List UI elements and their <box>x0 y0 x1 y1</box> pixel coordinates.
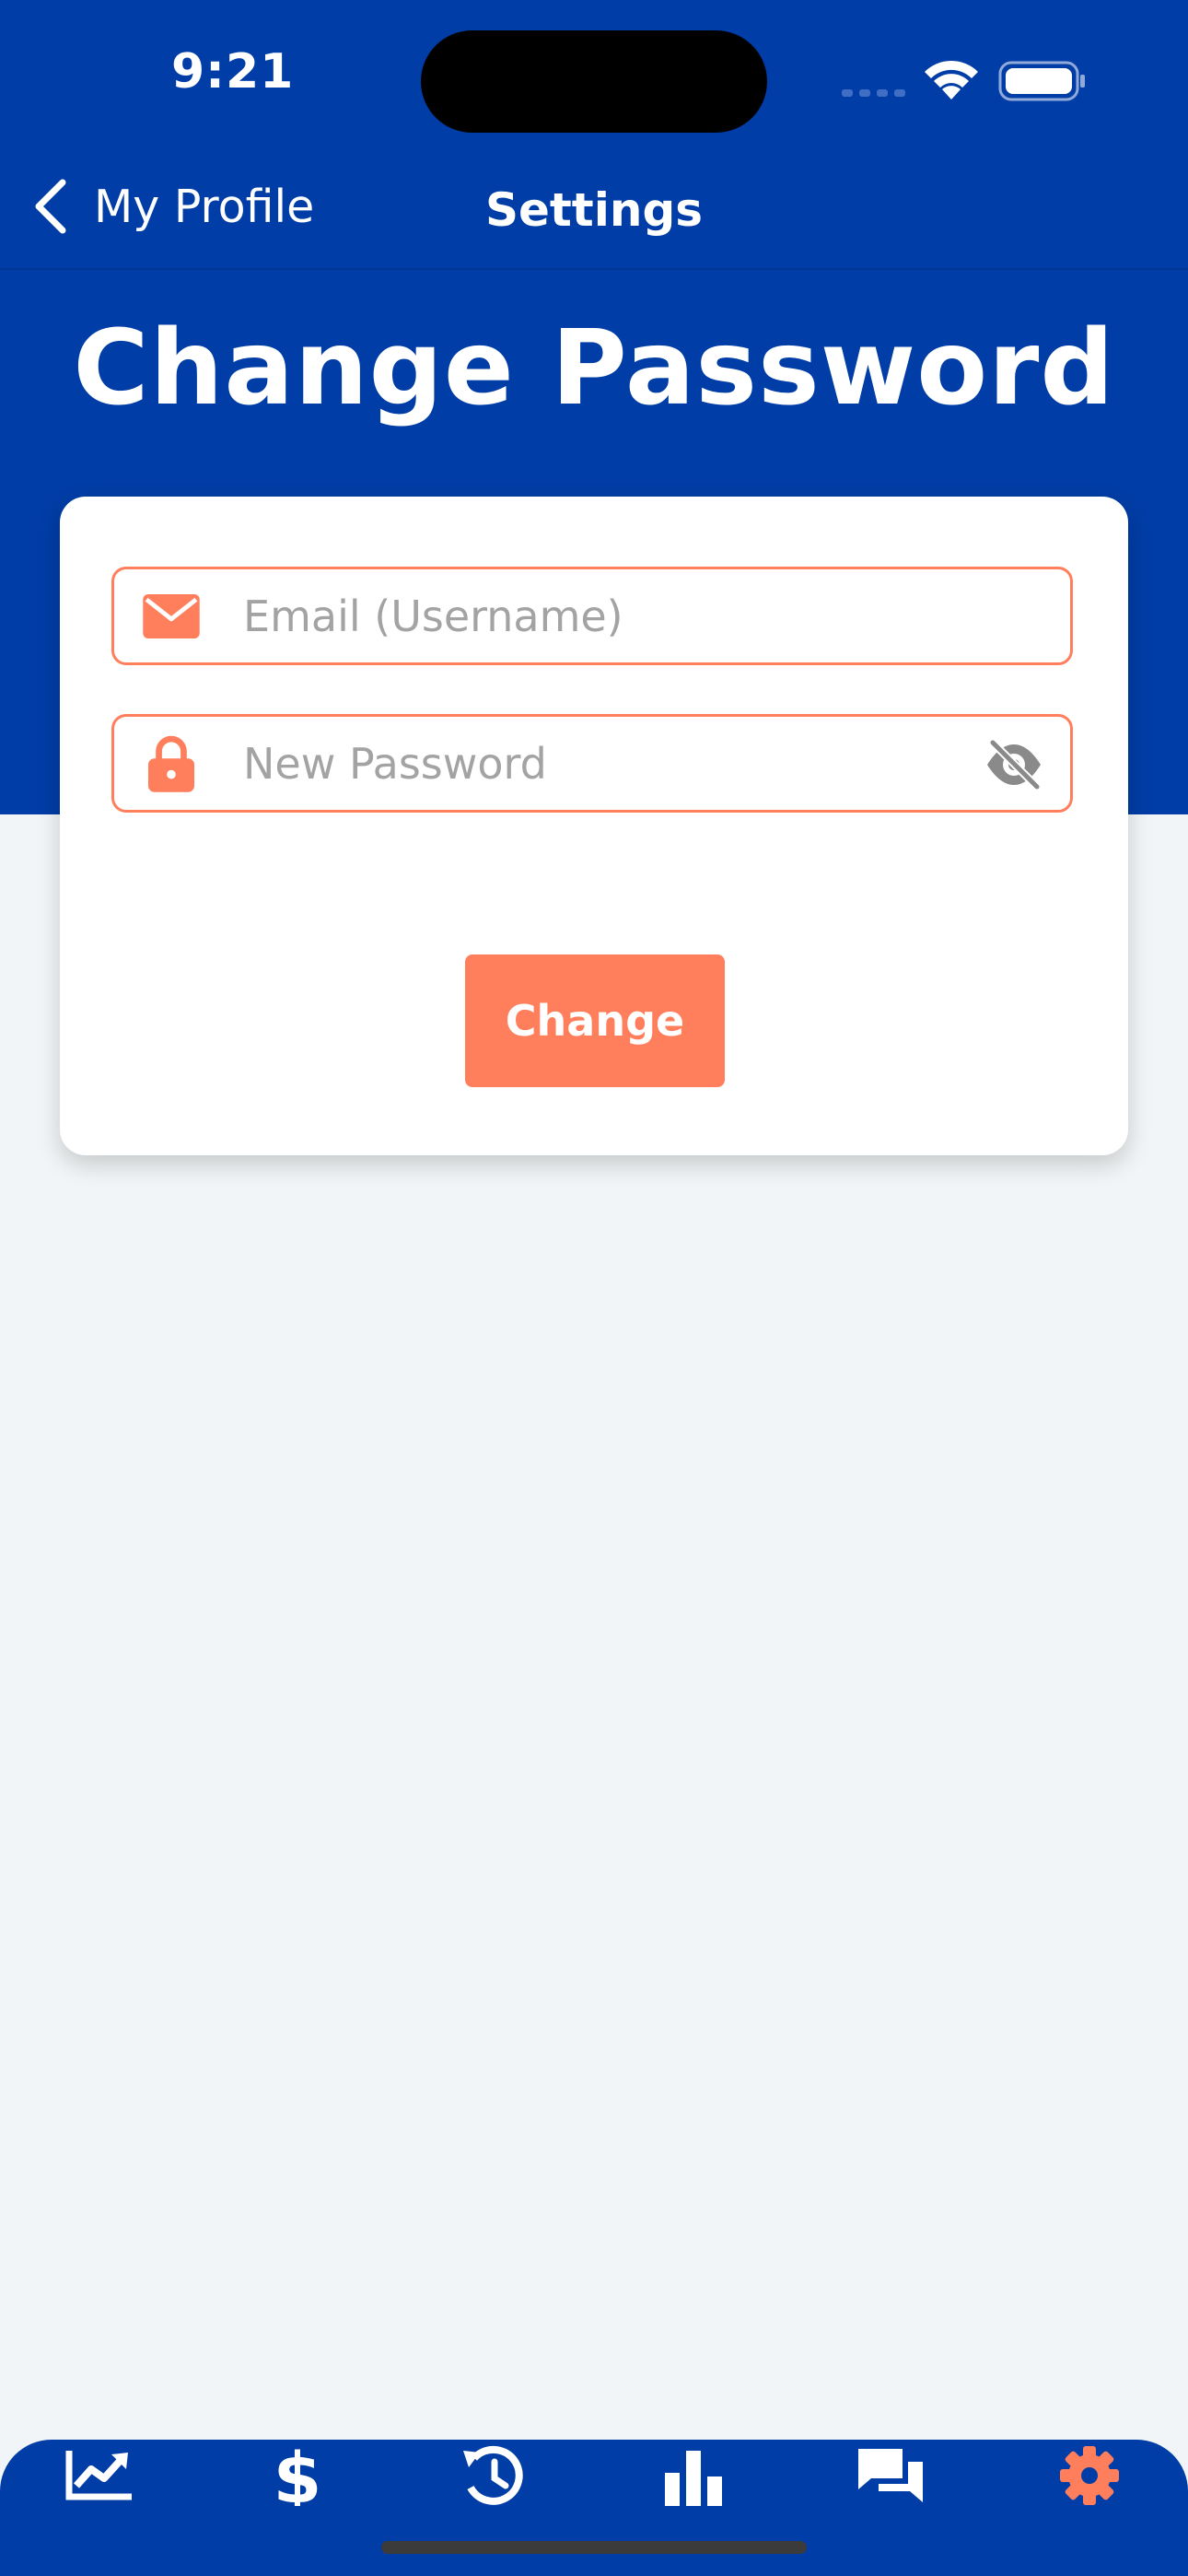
history-icon <box>463 2445 523 2505</box>
page-title: Change Password <box>73 309 1115 428</box>
tab-bar: $ <box>0 2440 1188 2576</box>
dynamic-island <box>421 30 767 133</box>
eye-off-icon[interactable] <box>984 739 1044 790</box>
chat-icon <box>858 2449 923 2502</box>
nav-title: Settings <box>484 183 703 237</box>
dollar-icon: $ <box>274 2445 322 2506</box>
envelope-icon <box>142 587 201 646</box>
tab-messages[interactable] <box>835 2440 946 2506</box>
tab-history[interactable] <box>438 2440 549 2506</box>
gear-icon <box>1060 2446 1119 2505</box>
change-button[interactable]: Change <box>465 954 725 1087</box>
status-time: 9:21 <box>171 44 295 100</box>
bar-chart-icon <box>665 2451 722 2506</box>
password-field-container <box>111 714 1073 813</box>
tab-dollar[interactable]: $ <box>242 2440 353 2506</box>
lock-icon <box>142 734 201 793</box>
email-field-container <box>111 567 1073 665</box>
battery-icon <box>998 61 1085 101</box>
tab-trending[interactable] <box>44 2440 155 2506</box>
new-password-input[interactable] <box>241 725 945 802</box>
trending-chart-icon <box>65 2451 132 2500</box>
home-indicator <box>381 2541 807 2554</box>
email-input[interactable] <box>241 578 945 654</box>
svg-text:$: $ <box>274 2445 322 2506</box>
cellular-signal-icon <box>842 89 905 97</box>
nav-divider <box>0 268 1188 270</box>
tab-settings[interactable] <box>1034 2440 1145 2506</box>
change-password-card: Change <box>60 497 1128 1155</box>
wifi-icon <box>925 60 978 100</box>
tab-stats[interactable] <box>638 2440 749 2506</box>
